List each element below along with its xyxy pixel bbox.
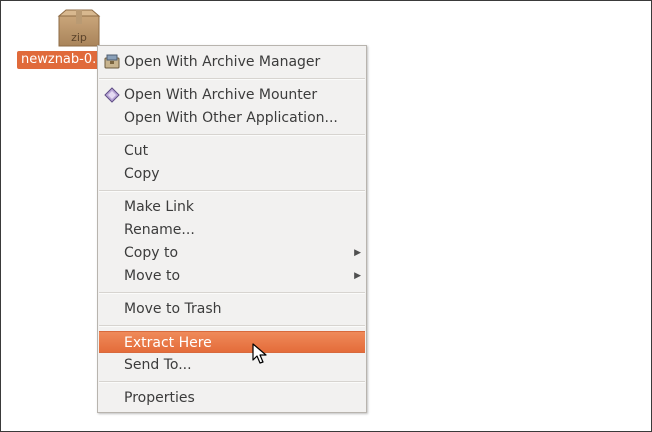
archive-mounter-icon bbox=[104, 87, 120, 103]
menu-item-label: Cut bbox=[124, 143, 149, 159]
submenu-arrow-icon: ▶ bbox=[354, 248, 361, 258]
menu-item-copy[interactable]: Copy bbox=[99, 163, 365, 185]
menu-item-label: Make Link bbox=[124, 199, 194, 215]
menu-item-label: Copy bbox=[124, 166, 160, 182]
mouse-pointer-icon bbox=[252, 343, 268, 365]
menu-item-label: Properties bbox=[124, 390, 195, 406]
menu-item-label: Send To... bbox=[124, 357, 192, 373]
menu-item-label: Copy to bbox=[124, 245, 179, 261]
menu-item-label: Move to bbox=[124, 268, 181, 284]
menu-separator bbox=[99, 381, 365, 383]
menu-item-rename[interactable]: Rename... bbox=[99, 219, 365, 241]
menu-item-move-to[interactable]: Move to ▶ bbox=[99, 265, 365, 287]
menu-item-copy-to[interactable]: Copy to ▶ bbox=[99, 242, 365, 264]
desktop-area[interactable]: zip newznab-0... Open With Archive Manag… bbox=[0, 0, 652, 432]
menu-separator bbox=[99, 190, 365, 192]
menu-item-label: Extract Here bbox=[124, 335, 212, 351]
menu-separator bbox=[99, 134, 365, 136]
menu-item-send-to[interactable]: Send To... bbox=[99, 354, 365, 376]
menu-separator bbox=[99, 292, 365, 294]
menu-item-cut[interactable]: Cut bbox=[99, 140, 365, 162]
menu-item-label: Open With Other Application... bbox=[124, 110, 338, 126]
menu-item-make-link[interactable]: Make Link bbox=[99, 196, 365, 218]
menu-item-open-with-other-application[interactable]: Open With Other Application... bbox=[99, 107, 365, 129]
menu-item-open-with-archive-manager[interactable]: Open With Archive Manager bbox=[99, 51, 365, 73]
menu-item-label: Move to Trash bbox=[124, 301, 222, 317]
zip-label: zip bbox=[71, 31, 87, 44]
context-menu: Open With Archive Manager Open With Arch… bbox=[97, 45, 367, 413]
archive-manager-icon bbox=[104, 54, 120, 70]
menu-item-label: Open With Archive Mounter bbox=[124, 87, 318, 103]
menu-separator bbox=[99, 325, 365, 327]
file-name-label[interactable]: newznab-0... bbox=[17, 51, 103, 69]
menu-item-move-to-trash[interactable]: Move to Trash bbox=[99, 298, 365, 320]
menu-item-extract-here[interactable]: Extract Here bbox=[99, 331, 365, 353]
submenu-arrow-icon: ▶ bbox=[354, 271, 361, 281]
zip-package-icon[interactable]: zip bbox=[56, 8, 102, 48]
menu-separator bbox=[99, 78, 365, 80]
menu-item-open-with-archive-mounter[interactable]: Open With Archive Mounter bbox=[99, 84, 365, 106]
menu-item-properties[interactable]: Properties bbox=[99, 387, 365, 409]
menu-item-label: Rename... bbox=[124, 222, 195, 238]
menu-item-label: Open With Archive Manager bbox=[124, 54, 321, 70]
